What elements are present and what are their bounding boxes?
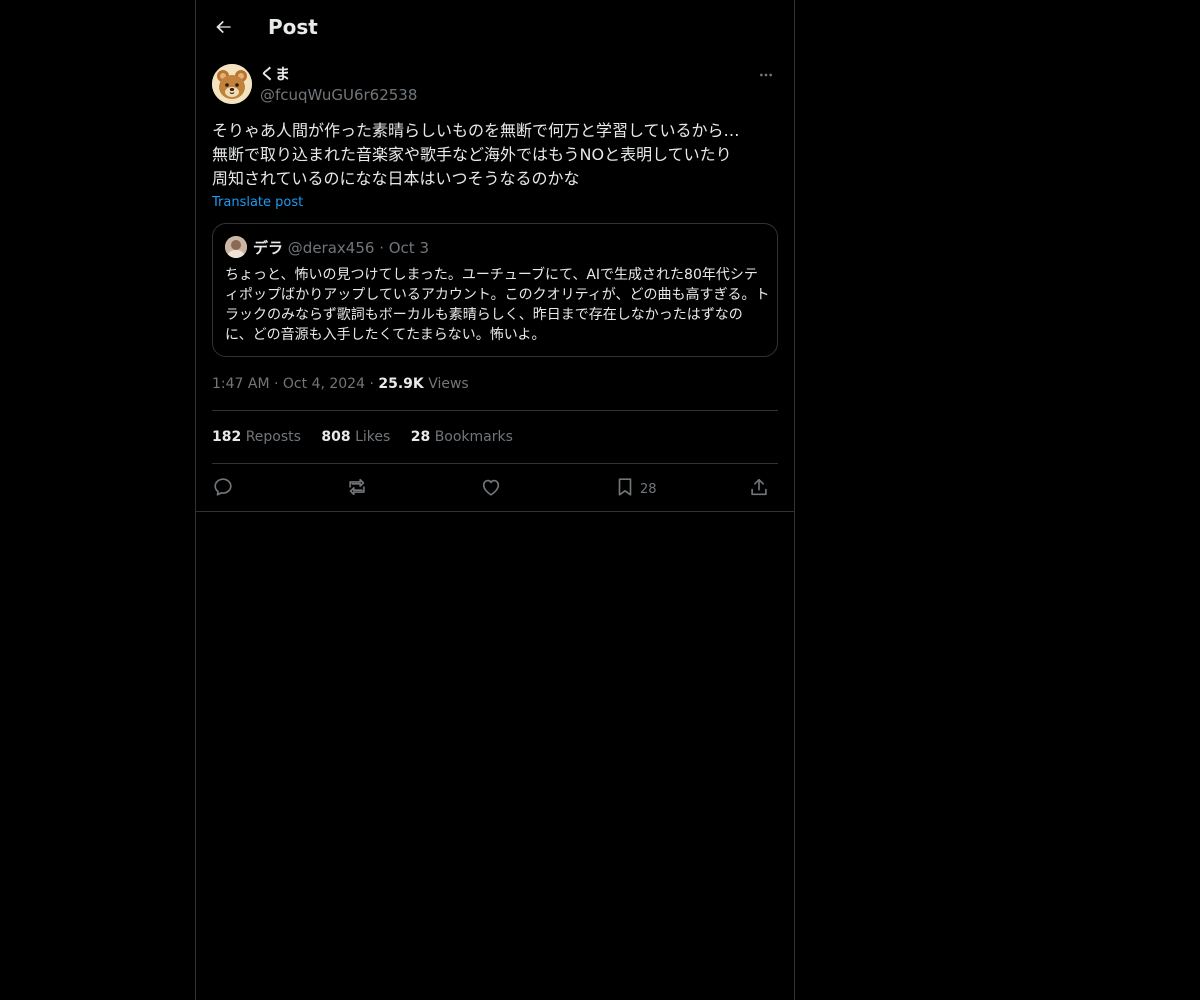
reposts-count: 182 <box>212 429 242 445</box>
quote-author-handle: @derax456 <box>287 239 375 257</box>
heart-icon <box>482 479 500 496</box>
share-button[interactable] <box>748 473 770 501</box>
quote-meta: デラ @derax456 · Oct 3 <box>253 238 429 258</box>
bookmarks-count: 28 <box>410 429 431 445</box>
views-label: Views <box>428 376 469 392</box>
author-handle[interactable]: @fcuqWuGU6r62538 <box>260 86 417 105</box>
bookmark-count: 28 <box>640 481 657 497</box>
avatar[interactable] <box>212 64 252 104</box>
divider <box>212 410 778 411</box>
post-time[interactable]: 1:47 AM <box>212 376 270 392</box>
post-column: Post くま @fcuqWuGU6r62538 そりゃあ人間が作った素晴らしい… <box>195 0 795 1000</box>
engagement-stats: 182 Reposts 808 Likes 28 Bookmarks <box>212 427 529 447</box>
views-count: 25.9K <box>378 376 424 392</box>
quote-avatar <box>225 236 247 258</box>
separator-dot: · <box>379 239 389 257</box>
divider <box>212 463 778 464</box>
bookmarks-label: Bookmarks <box>434 429 513 445</box>
translate-post-link[interactable]: Translate post <box>212 194 303 212</box>
post-text: そりゃあ人間が作った素晴らしいものを無断で何万と学習しているから… 無断で取り込… <box>212 121 740 188</box>
bookmark-button[interactable]: 28 <box>614 473 657 501</box>
like-button[interactable] <box>480 473 502 501</box>
back-button[interactable] <box>210 13 238 41</box>
bookmark-icon <box>618 478 632 496</box>
likes-label: Likes <box>355 429 391 445</box>
quote-date: Oct 3 <box>388 239 429 257</box>
post-timestamp: 1:47 AM · Oct 4, 2024 · 25.9K Views <box>212 374 469 394</box>
reply-button[interactable] <box>212 473 234 501</box>
divider <box>196 511 794 512</box>
separator-dot: · <box>274 376 283 392</box>
arrow-left-icon <box>216 20 231 34</box>
action-bar: 28 <box>212 473 778 501</box>
reposts-stat[interactable]: 182 Reposts <box>212 429 301 445</box>
bear-avatar-icon <box>212 64 252 104</box>
quote-avatar-image-icon <box>225 236 247 258</box>
share-icon <box>751 478 767 496</box>
repost-button[interactable] <box>346 473 368 501</box>
likes-count: 808 <box>321 429 351 445</box>
quote-text: ちょっと、怖いの見つけてしまった。ユーチューブにて、AIで生成された80年代シテ… <box>225 267 770 343</box>
more-options-button[interactable] <box>754 64 778 86</box>
author-name[interactable]: くま <box>260 65 290 84</box>
post-author: くま @fcuqWuGU6r62538 <box>212 64 778 108</box>
reply-icon <box>214 478 232 496</box>
repost-icon <box>349 478 365 496</box>
post-date[interactable]: Oct 4, 2024 <box>283 376 365 392</box>
likes-stat[interactable]: 808 Likes <box>321 429 390 445</box>
more-horizontal-icon <box>760 73 772 77</box>
reposts-label: Reposts <box>245 429 301 445</box>
page-header: Post <box>196 0 794 54</box>
quote-author-name: デラ <box>253 239 284 257</box>
bookmarks-stat[interactable]: 28 Bookmarks <box>411 429 513 445</box>
quoted-post[interactable]: デラ @derax456 · Oct 3 ちょっと、怖いの見つけてしまった。ユー… <box>212 223 778 357</box>
page-title: Post <box>268 15 318 39</box>
